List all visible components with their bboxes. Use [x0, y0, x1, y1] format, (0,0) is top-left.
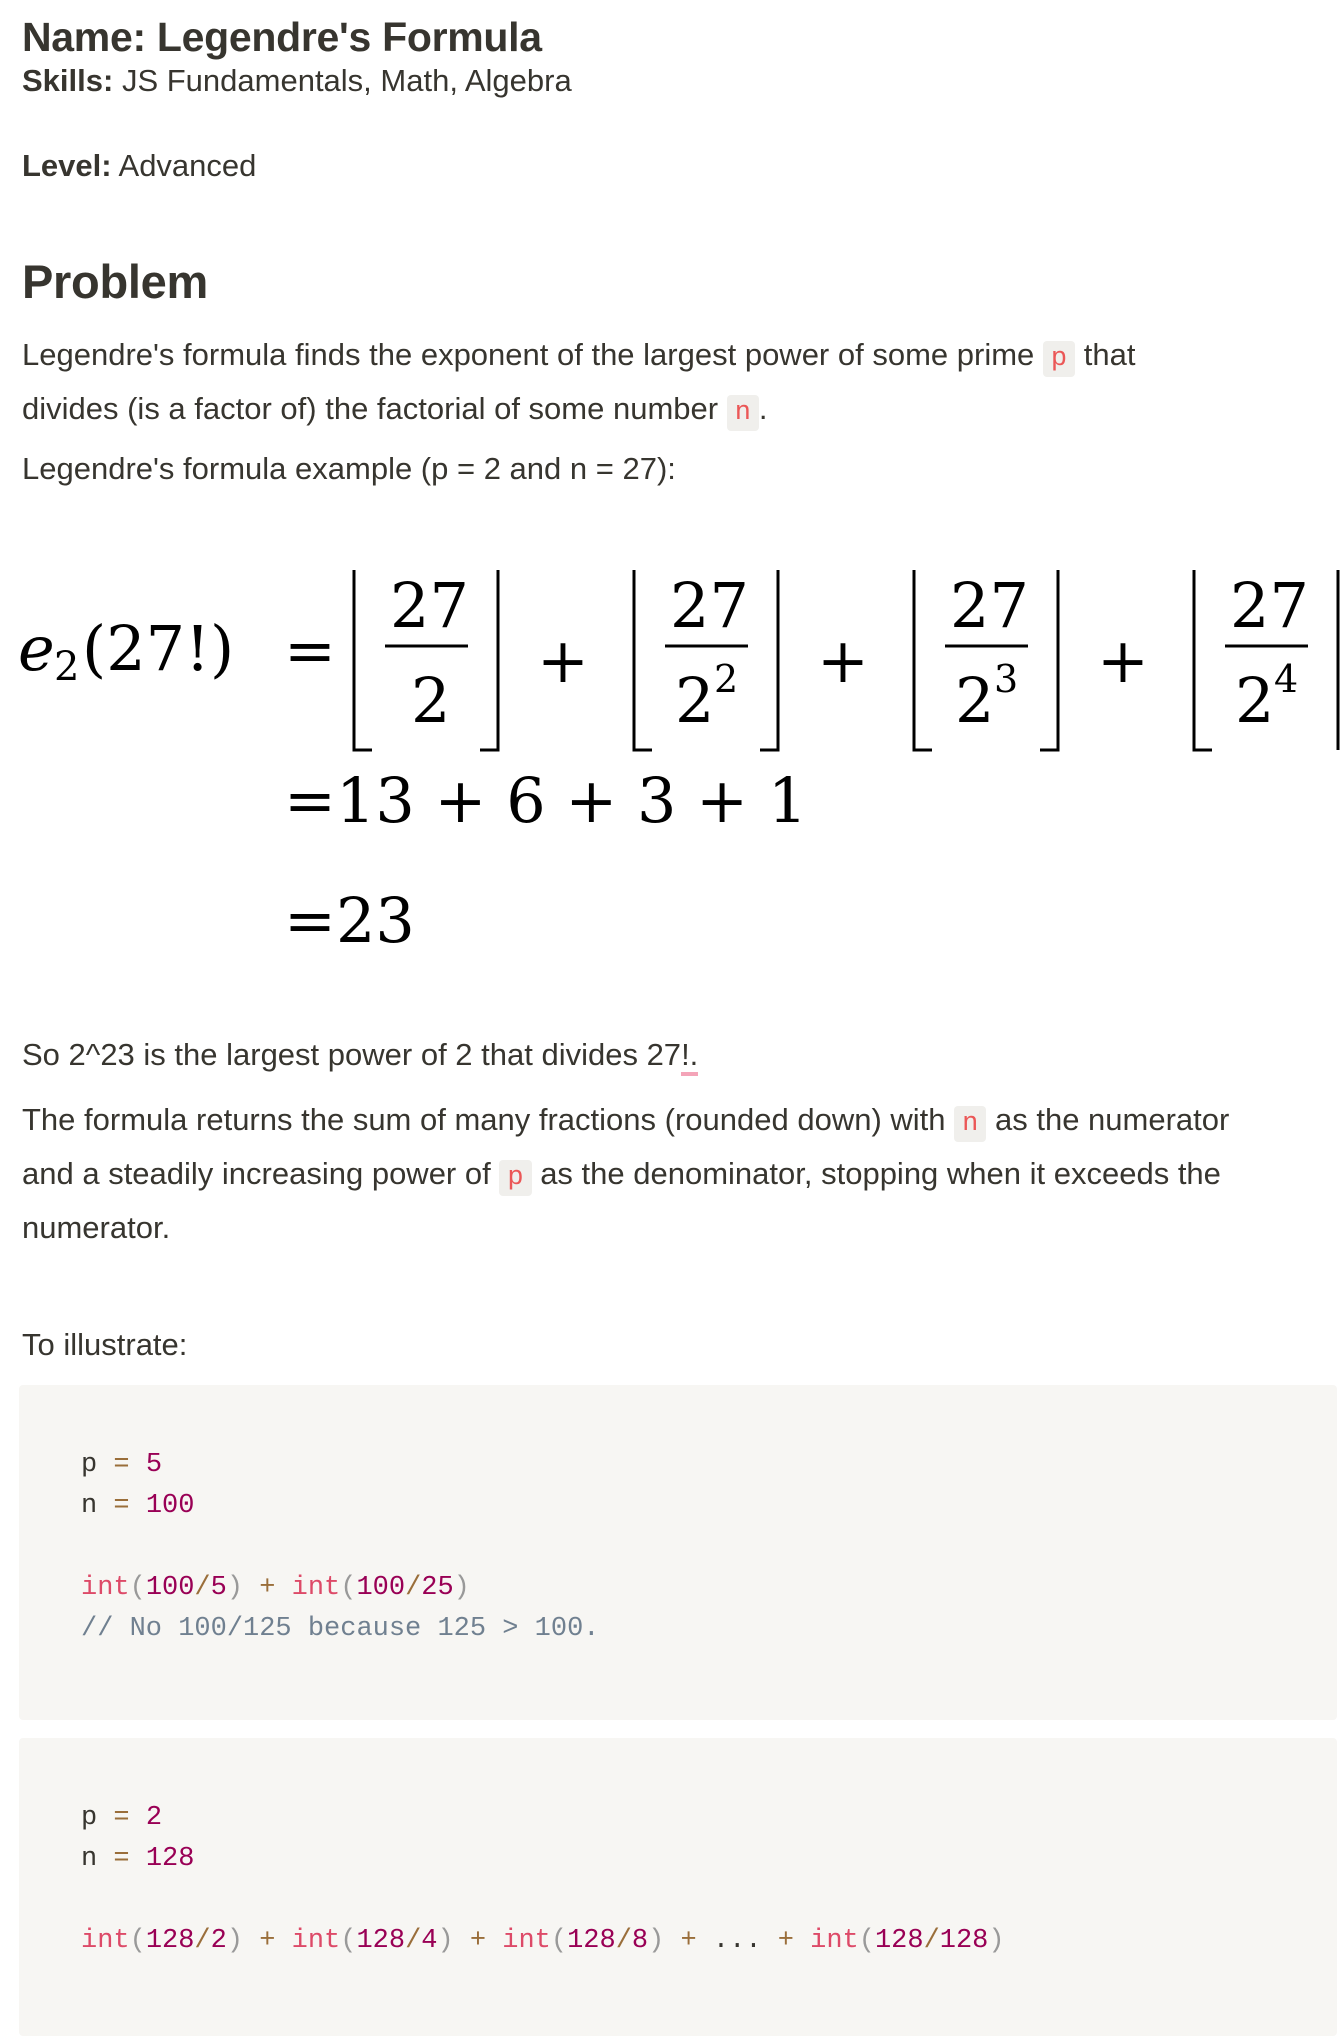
floor-fraction-4: 27 2 4	[1192, 569, 1340, 752]
text: So 2^23 is the largest power of 2 that d…	[22, 1037, 682, 1072]
token: 100	[356, 1573, 406, 1603]
problem-paragraph-3: So 2^23 is the largest power of 2 that d…	[22, 1030, 1322, 1079]
formula-arg: (27!)	[82, 612, 234, 685]
token: n	[81, 1844, 98, 1874]
token: 8	[631, 1926, 649, 1956]
fraction-3-denominator: 2	[955, 664, 994, 737]
plus-1: +	[537, 624, 589, 697]
fraction-4-exponent: 4	[1274, 657, 1298, 701]
formula-line-3: =23	[284, 884, 415, 957]
floor-fraction-1: 27 2	[352, 569, 500, 752]
code-line: p = 5	[81, 1450, 163, 1480]
token: 128	[939, 1926, 989, 1956]
plus-3: +	[1097, 624, 1149, 697]
token: 128	[145, 1926, 195, 1956]
problem-paragraph-5: To illustrate:	[22, 1327, 188, 1362]
skills-row: Skills: JS Fundamentals, Math, Algebra	[22, 63, 572, 99]
code-comment: // No 100/125 because 125 > 100.	[81, 1614, 600, 1644]
fraction-3-exponent: 3	[994, 657, 1018, 701]
token: 2	[210, 1926, 227, 1956]
formula-subscript: 2	[54, 644, 79, 690]
text: and a steadily increasing power of	[22, 1156, 491, 1191]
token: p	[81, 1803, 98, 1833]
fraction-3-numerator: 27	[950, 569, 1029, 642]
level-value: Advanced	[118, 148, 257, 183]
formula-e: e	[18, 612, 55, 685]
skills-label: Skills:	[22, 63, 114, 98]
formula-line-2: =13 + 6 + 3 + 1	[284, 764, 807, 837]
token: int	[810, 1926, 859, 1956]
token: int	[291, 1573, 341, 1603]
fraction-2-exponent: 2	[714, 657, 738, 701]
text: .	[758, 391, 768, 426]
fraction-2-numerator: 27	[670, 569, 749, 642]
inline-code-n: n	[726, 395, 759, 431]
code-block-1[interactable]: p = 5 n = 100 int(100/5) + int(100/25) /…	[19, 1385, 1337, 1720]
token: int	[81, 1573, 130, 1603]
code-line: int(100/5) + int(100/25)	[81, 1573, 470, 1603]
code-line: n = 128	[81, 1844, 195, 1874]
token: 128	[356, 1926, 406, 1956]
floor-fraction-3: 27 2 3	[912, 569, 1060, 752]
token: int	[81, 1926, 130, 1956]
formula-equals: =	[284, 614, 336, 687]
legendre-formula: e 2 (27!) = 27 2 + 27 2 2 + 27 2 3 + 27 …	[18, 560, 1344, 980]
text: numerator.	[22, 1210, 171, 1245]
inline-code-p: p	[499, 1160, 532, 1196]
inline-code-n: n	[954, 1106, 987, 1142]
token: 128	[874, 1926, 924, 1956]
fraction-2-denominator: 2	[675, 664, 714, 737]
code-block-2[interactable]: p = 2 n = 128 int(128/2) + int(128/4) + …	[19, 1738, 1337, 2036]
spellcheck-underline: !.	[681, 1037, 699, 1076]
token: 128	[145, 1844, 195, 1874]
problem-paragraph-4: The formula returns the sum of many frac…	[22, 1095, 1322, 1252]
text: as the numerator	[994, 1102, 1230, 1137]
token: n	[81, 1491, 98, 1521]
code-line: p = 2	[81, 1803, 163, 1833]
token: 2	[145, 1803, 163, 1833]
skills-value: JS Fundamentals, Math, Algebra	[121, 63, 572, 98]
text: Legendre's formula finds the exponent of…	[22, 337, 1035, 372]
fraction-4-numerator: 27	[1230, 569, 1309, 642]
problem-heading: Problem	[22, 255, 208, 308]
token: 5	[210, 1573, 227, 1603]
token: 4	[421, 1926, 438, 1956]
text: divides (is a factor of) the factorial o…	[22, 391, 719, 426]
text: that	[1083, 337, 1136, 372]
token: int	[502, 1926, 551, 1956]
code-line: int(128/2) + int(128/4) + int(128/8) + .…	[81, 1926, 1005, 1956]
text: The formula returns the sum of many frac…	[22, 1102, 946, 1137]
code-line: n = 100	[81, 1491, 195, 1521]
formula-svg: e 2 (27!) = 27 2 + 27 2 2 + 27 2 3 + 27 …	[18, 569, 1340, 957]
text: as the denominator, stopping when it exc…	[540, 1156, 1221, 1191]
plus-2: +	[817, 624, 869, 697]
problem-paragraph-1: Legendre's formula finds the exponent of…	[22, 330, 1322, 438]
fraction-1-denominator: 2	[411, 664, 450, 737]
token: 128	[567, 1926, 616, 1956]
token: p	[81, 1450, 98, 1480]
token: 100	[145, 1491, 195, 1521]
problem-paragraph-2: Legendre's formula example (p = 2 and n …	[22, 451, 676, 486]
token: 5	[145, 1450, 163, 1480]
level-label: Level:	[22, 148, 112, 183]
floor-fraction-2: 27 2 2	[632, 569, 780, 752]
page-title: Name: Legendre's Formula	[22, 14, 542, 60]
fraction-4-denominator: 2	[1235, 664, 1274, 737]
level-row: Level: Advanced	[22, 148, 256, 184]
fraction-1-numerator: 27	[390, 569, 469, 642]
token: 100	[145, 1573, 195, 1603]
token: ...	[712, 1926, 762, 1956]
inline-code-p: p	[1042, 341, 1076, 377]
token: int	[291, 1926, 341, 1956]
token: 25	[421, 1573, 454, 1603]
